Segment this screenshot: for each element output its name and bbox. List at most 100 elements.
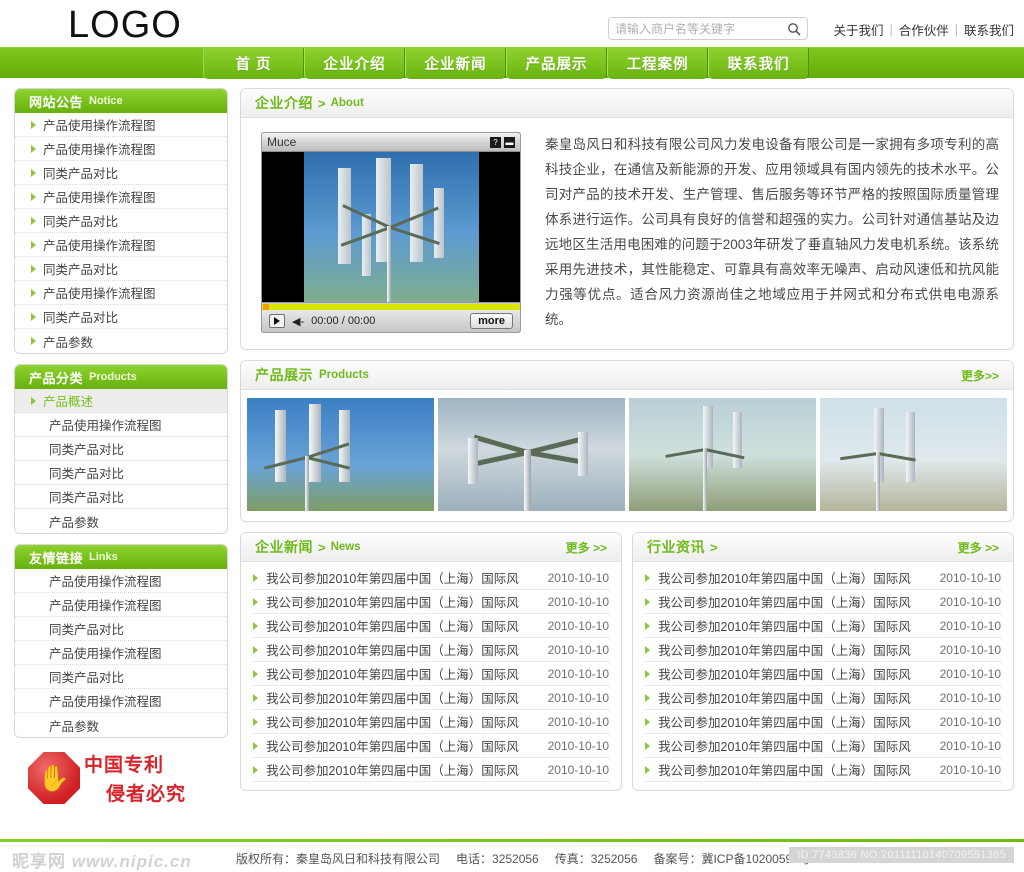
list-item[interactable]: 产品参数 [15,713,227,737]
player-controls: ◀- 00:00 / 00:00 more [262,310,520,332]
news-item[interactable]: 我公司参加2010年第四届中国（上海）国际风 2010-10-10 [253,758,609,782]
news-item[interactable]: 我公司参加2010年第四届中国（上海）国际风 2010-10-10 [645,758,1001,782]
news-item-title: 我公司参加2010年第四届中国（上海）国际风 [658,620,911,634]
list-item[interactable]: 同类产品对比 [15,305,227,329]
list-item-label: 同类产品对比 [49,443,125,457]
list-item[interactable]: 产品参数 [15,509,227,533]
list-item[interactable]: 同类产品对比 [15,461,227,485]
news-item-date: 2010-10-10 [547,714,609,729]
nav-item-news[interactable]: 企业新闻 [405,48,506,79]
player-progress-bar[interactable] [262,302,520,310]
news-item[interactable]: 我公司参加2010年第四届中国（上海）国际风 2010-10-10 [253,662,609,686]
video-player[interactable]: Muce ? ▬ ◀- 00:00 / 00:00 more [261,132,521,333]
top-links: 关于我们 | 合作伙伴 | 联系我们 [833,20,1014,39]
list-item[interactable]: 产品使用操作流程图 [15,593,227,617]
top-link-contact[interactable]: 联系我们 [964,20,1014,39]
top-link-separator-2: | [954,22,958,37]
news-item[interactable]: 我公司参加2010年第四届中国（上海）国际风 2010-10-10 [645,566,1001,590]
industry-news-title-gt: > [710,539,718,555]
list-item[interactable]: 产品使用操作流程图 [15,185,227,209]
news-item[interactable]: 我公司参加2010年第四届中国（上海）国际风 2010-10-10 [253,710,609,734]
news-item-title: 我公司参加2010年第四届中国（上海）国际风 [266,764,519,778]
list-item[interactable]: 同类产品对比 [15,665,227,689]
news-item[interactable]: 我公司参加2010年第四届中国（上海）国际风 2010-10-10 [645,614,1001,638]
news-item-date: 2010-10-10 [939,642,1001,657]
list-item-label: 同类产品对比 [43,263,119,277]
product-image-4[interactable] [820,398,1007,511]
player-screen[interactable] [262,152,520,302]
news-item[interactable]: 我公司参加2010年第四届中国（上海）国际风 2010-10-10 [253,686,609,710]
products-showcase-more-link[interactable]: 更多>> [961,367,999,384]
list-item[interactable]: 产品概述 [15,389,227,413]
list-item[interactable]: 同类产品对比 [15,209,227,233]
top-link-partners[interactable]: 合作伙伴 [899,20,949,39]
list-item[interactable]: 产品使用操作流程图 [15,281,227,305]
list-item[interactable]: 同类产品对比 [15,161,227,185]
news-item[interactable]: 我公司参加2010年第四届中国（上海）国际风 2010-10-10 [645,590,1001,614]
product-image-3[interactable] [629,398,816,511]
list-item-label: 同类产品对比 [49,467,125,481]
watermark-url: www.nipic.cn [71,852,192,871]
news-item[interactable]: 我公司参加2010年第四届中国（上海）国际风 2010-10-10 [253,614,609,638]
nav-item-about[interactable]: 企业介绍 [304,48,405,79]
news-item[interactable]: 我公司参加2010年第四届中国（上海）国际风 2010-10-10 [253,566,609,590]
nav-item-contact[interactable]: 联系我们 [708,48,809,79]
list-item[interactable]: 产品使用操作流程图 [15,641,227,665]
list-item[interactable]: 同类产品对比 [15,485,227,509]
news-item[interactable]: 我公司参加2010年第四届中国（上海）国际风 2010-10-10 [645,638,1001,662]
search-button[interactable] [781,18,807,39]
news-item[interactable]: 我公司参加2010年第四届中国（上海）国际风 2010-10-10 [645,662,1001,686]
footer-copyright: 版权所有：秦皇岛风日和科技有限公司 [236,852,441,866]
news-item-title: 我公司参加2010年第四届中国（上海）国际风 [658,716,911,730]
list-item[interactable]: 产品使用操作流程图 [15,689,227,713]
industry-news-box: 行业资讯 > 更多 >> 我公司参加2010年第四届中国（上海）国际风 2010-… [632,532,1014,791]
industry-news-more-link[interactable]: 更多 >> [958,539,999,556]
list-item[interactable]: 同类产品对比 [15,437,227,461]
player-more-button[interactable]: more [470,313,513,329]
top-link-about[interactable]: 关于我们 [833,20,883,39]
bullet-arrow-icon [253,621,258,630]
company-news-list: 我公司参加2010年第四届中国（上海）国际风 2010-10-10 我公司参加201… [241,562,621,790]
site-logo[interactable]: LOGO [68,4,182,47]
news-item[interactable]: 我公司参加2010年第四届中国（上海）国际风 2010-10-10 [645,734,1001,758]
news-item[interactable]: 我公司参加2010年第四届中国（上海）国际风 2010-10-10 [253,638,609,662]
links-title-en: Links [89,551,118,563]
news-item[interactable]: 我公司参加2010年第四届中国（上海）国际风 2010-10-10 [645,686,1001,710]
list-item[interactable]: 产品使用操作流程图 [15,113,227,137]
news-item[interactable]: 我公司参加2010年第四届中国（上海）国际风 2010-10-10 [253,734,609,758]
news-item-title: 我公司参加2010年第四届中国（上海）国际风 [266,644,519,658]
help-icon[interactable]: ? [490,136,501,148]
player-time: 00:00 / 00:00 [311,315,376,327]
progress-knob[interactable] [263,304,269,310]
list-item-label: 产品参数 [49,719,100,734]
list-item[interactable]: 产品使用操作流程图 [15,569,227,593]
patent-text: 中国专利 侵者必究 [84,750,186,806]
search-box[interactable] [608,17,808,40]
bullet-arrow-icon [253,741,258,750]
products-image-strip [241,390,1013,521]
minimize-icon[interactable]: ▬ [504,136,515,148]
news-item-title: 我公司参加2010年第四届中国（上海）国际风 [658,572,911,586]
search-input[interactable] [609,18,781,39]
product-image-2[interactable] [438,398,625,511]
company-news-more-link[interactable]: 更多 >> [566,539,607,556]
product-image-1[interactable] [247,398,434,511]
play-icon[interactable] [269,314,285,328]
list-item[interactable]: 产品使用操作流程图 [15,413,227,437]
nav-item-products[interactable]: 产品展示 [506,48,607,79]
nav-item-cases[interactable]: 工程案例 [607,48,708,79]
news-item-date: 2010-10-10 [939,570,1001,585]
footer-icp: 备案号：冀ICP备10200595号 [653,852,811,866]
list-item-label: 同类产品对比 [49,671,125,685]
volume-icon[interactable]: ◀- [292,315,304,328]
list-item[interactable]: 同类产品对比 [15,617,227,641]
list-item[interactable]: 产品使用操作流程图 [15,137,227,161]
nav-item-home[interactable]: 首 页 [203,48,304,79]
list-item[interactable]: 产品参数 [15,329,227,353]
news-item[interactable]: 我公司参加2010年第四届中国（上海）国际风 2010-10-10 [645,710,1001,734]
about-title-gt: > [318,95,326,111]
news-item[interactable]: 我公司参加2010年第四届中国（上海）国际风 2010-10-10 [253,590,609,614]
news-item-title: 我公司参加2010年第四届中国（上海）国际风 [266,692,519,706]
list-item[interactable]: 产品使用操作流程图 [15,233,227,257]
list-item[interactable]: 同类产品对比 [15,257,227,281]
